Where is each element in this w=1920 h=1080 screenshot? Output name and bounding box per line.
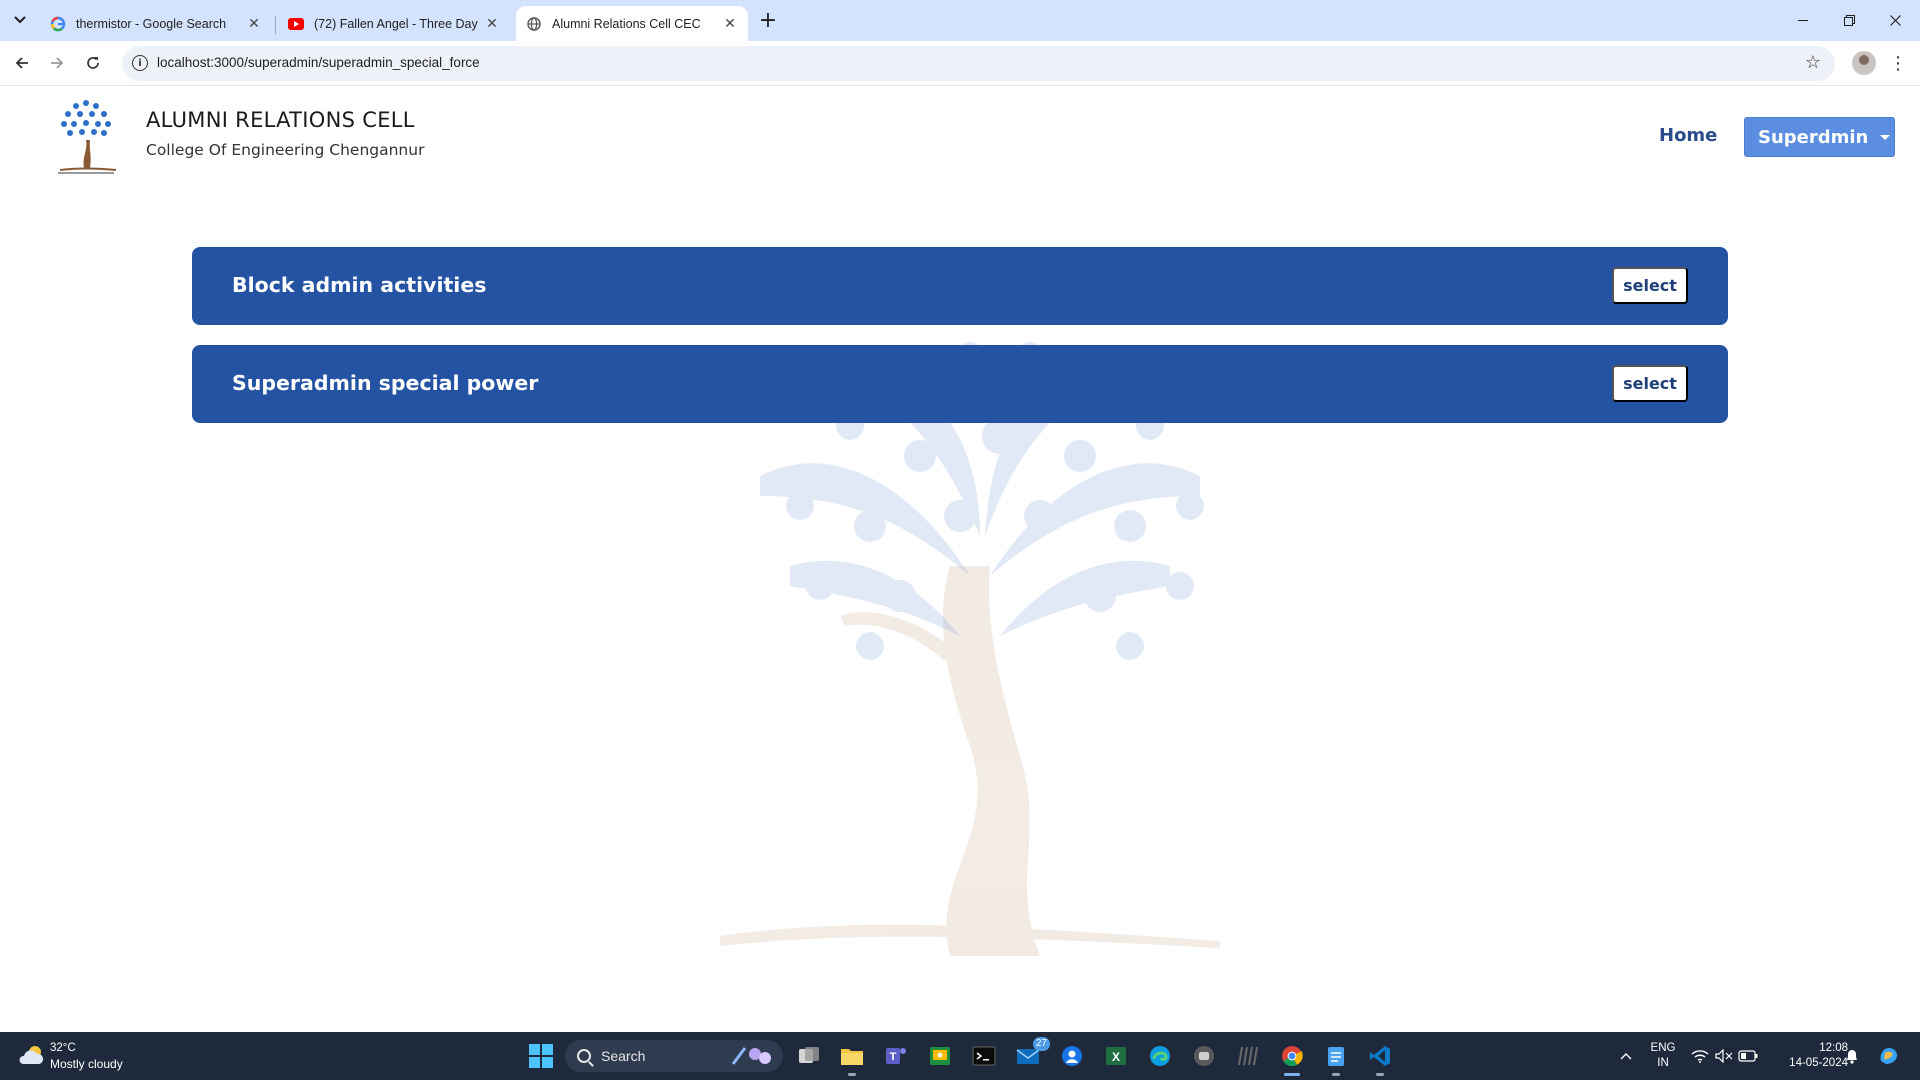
weather-temperature[interactable]: 32°C [50, 1042, 76, 1054]
select-special-power-button[interactable]: select [1612, 365, 1688, 402]
browser-tabstrip: thermistor - Google Search ✕ (72) Fallen… [0, 0, 1920, 41]
taskbar-search-label: Search [601, 1048, 646, 1064]
back-arrow-icon[interactable] [10, 51, 34, 75]
browser-tab-google[interactable]: thermistor - Google Search ✕ [40, 6, 272, 41]
running-indicator [848, 1073, 856, 1076]
site-info-icon[interactable]: i [132, 55, 148, 71]
option-card-block-admin: Block admin activities select [192, 247, 1728, 325]
tab-title: Alumni Relations Cell CEC [552, 16, 701, 31]
profile-avatar[interactable] [1852, 51, 1876, 75]
address-bar[interactable]: i localhost:3000/superadmin/superadmin_s… [122, 46, 1835, 81]
select-block-admin-button[interactable]: select [1612, 267, 1688, 304]
url-text[interactable]: localhost:3000/superadmin/superadmin_spe… [157, 55, 480, 70]
clock-date[interactable]: 14-05-2024 [1768, 1057, 1848, 1069]
browser-tab-youtube[interactable]: (72) Fallen Angel - Three Days Grace ✕ [278, 6, 510, 41]
taskbar-search-box[interactable]: Search [565, 1040, 783, 1072]
bookmark-star-icon[interactable]: ☆ [1805, 52, 1821, 73]
page-content: ALUMNI RELATIONS CELL College Of Enginee… [0, 86, 1920, 1032]
notification-bell-icon[interactable] [1838, 1042, 1866, 1070]
caret-down-icon [1880, 134, 1891, 140]
reload-icon[interactable] [81, 51, 105, 75]
close-window-icon[interactable] [1872, 0, 1918, 41]
edge-icon[interactable] [1146, 1042, 1174, 1070]
browser-menu-icon[interactable]: ⋮ [1889, 51, 1907, 75]
audio-app-icon[interactable] [1234, 1042, 1262, 1070]
option-card-title: Block admin activities [232, 273, 487, 297]
search-highlight-icon [731, 1047, 771, 1065]
app-icon[interactable] [1190, 1042, 1218, 1070]
windows-taskbar: 32°C Mostly cloudy Search T 27 X ENG IN … [0, 1032, 1920, 1080]
close-tab-icon[interactable]: ✕ [246, 15, 262, 32]
weather-cloud-icon[interactable] [18, 1044, 44, 1066]
option-card-special-power: Superadmin special power select [192, 345, 1728, 423]
mail-badge: 27 [1032, 1037, 1050, 1051]
minimize-icon[interactable] [1780, 0, 1826, 41]
weather-description[interactable]: Mostly cloudy [50, 1057, 123, 1071]
tab-list-chevron-icon[interactable] [8, 8, 32, 32]
forward-arrow-icon[interactable] [45, 51, 69, 75]
new-tab-plus-icon[interactable]: + [758, 8, 778, 33]
tab-title: (72) Fallen Angel - Three Days Grace [314, 16, 478, 31]
superadmin-dropdown-button[interactable]: Superdmin [1744, 117, 1895, 157]
svg-text:X: X [1112, 1050, 1120, 1064]
tray-chevron-up-icon[interactable] [1612, 1042, 1640, 1070]
chrome-icon[interactable] [1278, 1042, 1306, 1076]
site-title: ALUMNI RELATIONS CELL [146, 108, 415, 132]
search-icon [577, 1049, 591, 1063]
language-code[interactable]: ENG [1648, 1042, 1678, 1054]
option-card-title: Superadmin special power [232, 371, 539, 395]
tab-title: thermistor - Google Search [76, 16, 227, 31]
restore-icon[interactable] [1826, 0, 1872, 41]
close-tab-icon[interactable]: ✕ [722, 15, 738, 32]
running-indicator-active [1284, 1073, 1300, 1076]
copilot-icon[interactable] [1874, 1042, 1902, 1070]
browser-tab-active[interactable]: Alumni Relations Cell CEC ✕ [516, 6, 748, 41]
google-icon [50, 16, 66, 32]
svg-text:T: T [890, 1051, 897, 1063]
vscode-icon[interactable] [1366, 1042, 1394, 1076]
excel-icon[interactable]: X [1102, 1042, 1130, 1070]
browser-toolbar: i localhost:3000/superadmin/superadmin_s… [0, 41, 1920, 86]
nav-home-link[interactable]: Home [1659, 125, 1717, 146]
clock-time[interactable]: 12:08 [1768, 1042, 1848, 1054]
battery-icon[interactable] [1734, 1042, 1762, 1070]
running-indicator [1332, 1073, 1340, 1076]
dropdown-label: Superdmin [1758, 126, 1869, 148]
youtube-icon [288, 16, 304, 32]
notepad-icon[interactable] [1322, 1042, 1350, 1076]
running-indicator [1376, 1073, 1384, 1076]
windows-start-icon[interactable] [527, 1042, 555, 1070]
close-tab-icon[interactable]: ✕ [484, 15, 500, 32]
language-region[interactable]: IN [1648, 1057, 1678, 1069]
globe-icon [526, 16, 542, 32]
store-app-icon[interactable] [1058, 1042, 1086, 1070]
task-view-icon[interactable] [795, 1042, 823, 1070]
mail-icon[interactable]: 27 [1014, 1037, 1050, 1070]
alumni-cell-logo [58, 100, 117, 174]
terminal-icon[interactable] [970, 1042, 998, 1070]
classroom-icon[interactable] [926, 1042, 954, 1070]
site-subtitle: College Of Engineering Chengannur [146, 141, 425, 159]
teams-icon[interactable]: T [882, 1042, 910, 1070]
tab-divider [275, 16, 276, 34]
file-explorer-icon[interactable] [838, 1042, 866, 1076]
